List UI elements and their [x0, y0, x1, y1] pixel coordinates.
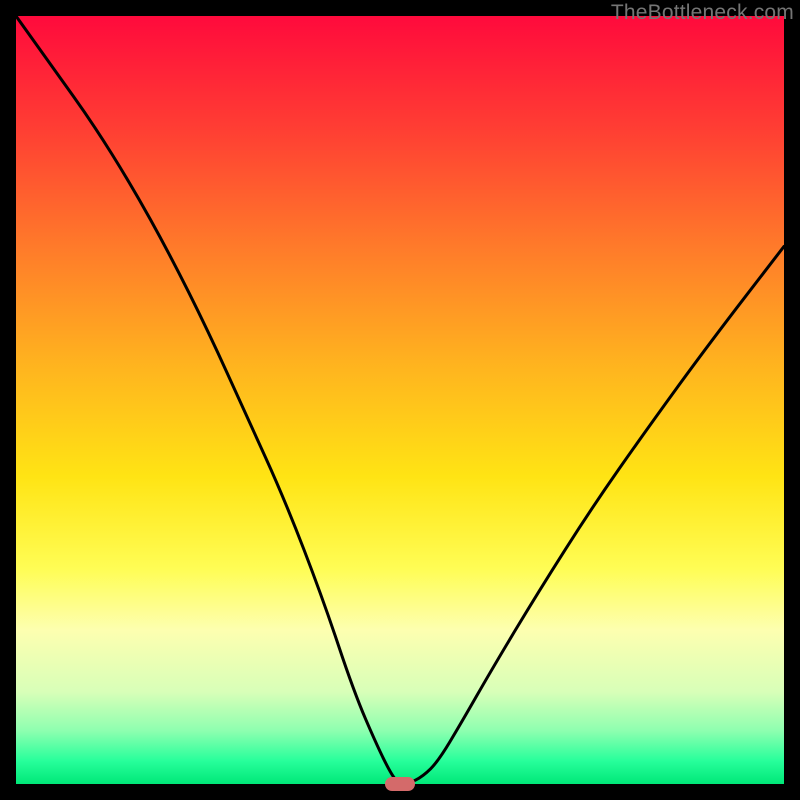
chart-frame: TheBottleneck.com: [0, 0, 800, 800]
bottleneck-curve: [16, 16, 784, 784]
plot-area: [16, 16, 784, 784]
curve-path: [16, 16, 784, 784]
optimum-marker: [385, 777, 415, 791]
watermark-text: TheBottleneck.com: [611, 1, 794, 25]
